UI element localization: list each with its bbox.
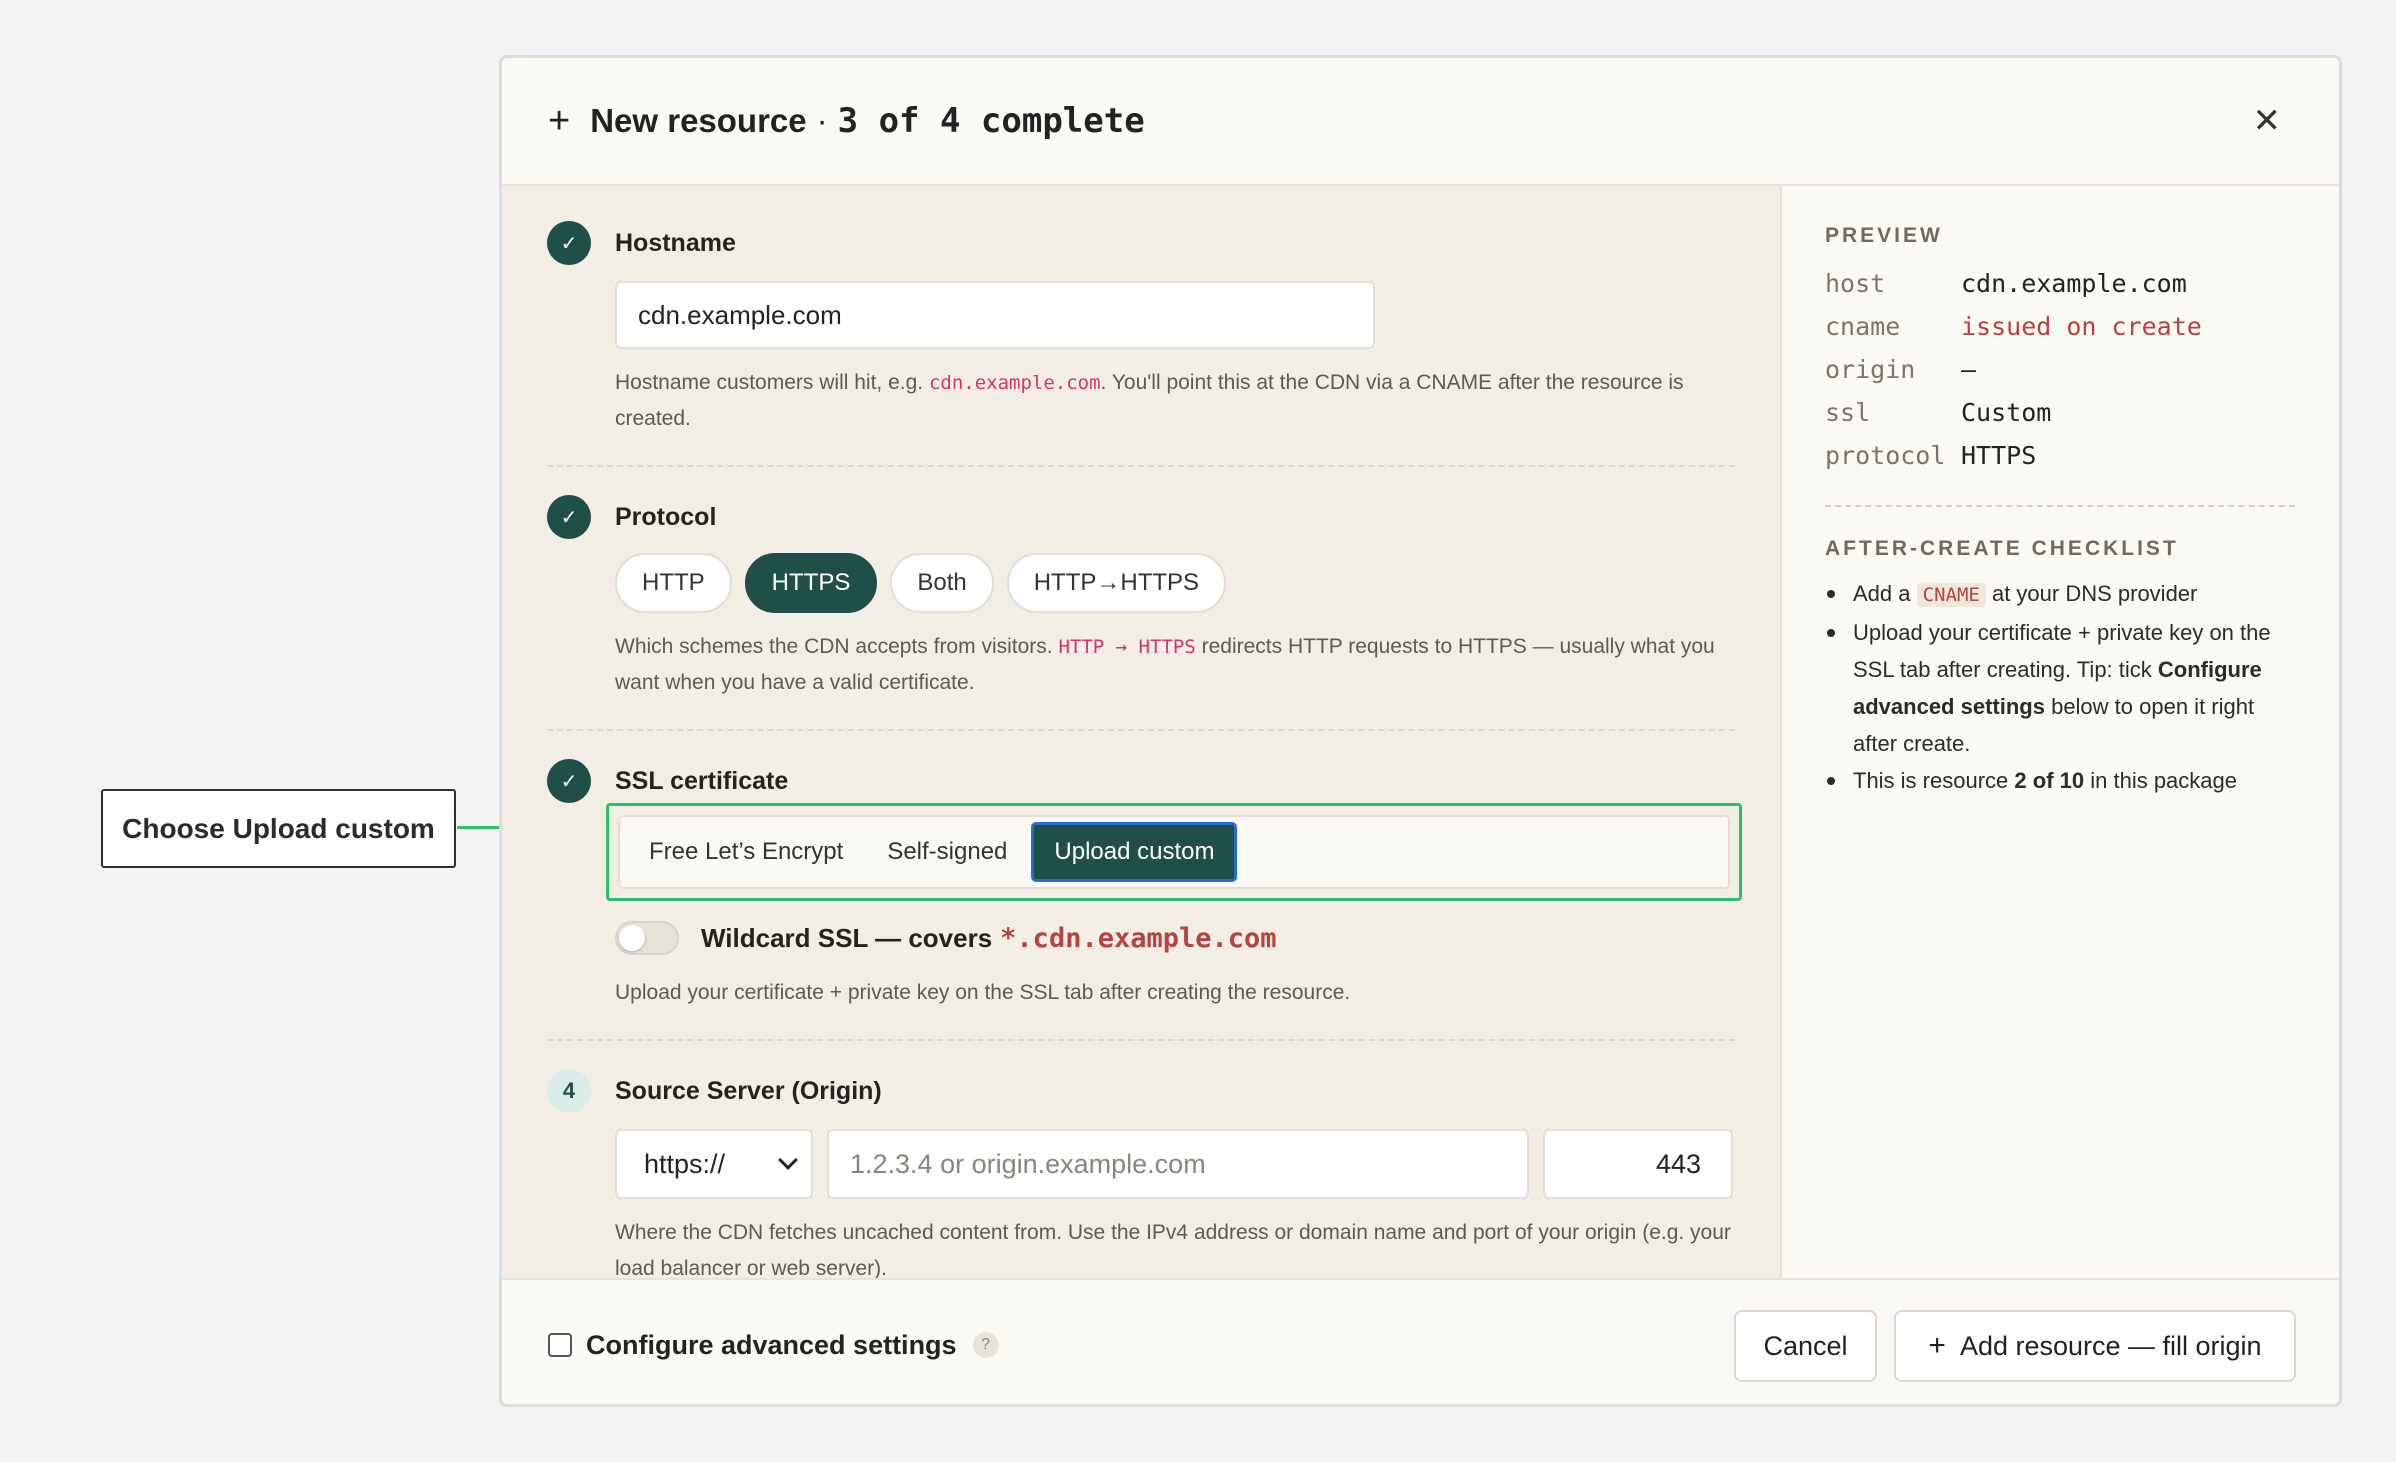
ssl-segmented-control: Free Let’s Encrypt Self-signed Upload cu… (618, 815, 1730, 889)
preview-key: ssl (1825, 398, 1871, 427)
checklist-item: This is resource 2 of 10 in this package (1825, 762, 2295, 799)
section-divider (547, 1039, 1735, 1041)
checklist-text: in this package (2090, 768, 2237, 793)
preview-key: host (1825, 269, 1886, 298)
hostname-label: Hostname (615, 229, 736, 257)
checklist-item: Upload your certificate + private key on… (1825, 614, 2295, 762)
checklist-text: This is resource (1853, 768, 2009, 793)
protocol-help: Which schemes the CDN accepts from visit… (615, 629, 1735, 701)
title-separator: · (816, 102, 828, 139)
close-icon[interactable]: ✕ (2253, 104, 2282, 138)
callout-label: Choose Upload custom (122, 812, 435, 844)
preview-row: origin — (1825, 348, 2295, 391)
preview-row: ssl Custom (1825, 391, 2295, 434)
plus-icon: + (1928, 1329, 1946, 1362)
preview-value: issued on create (1961, 312, 2202, 341)
checklist-text: Add a (1853, 581, 1911, 606)
instruction-callout: Choose Upload custom (101, 789, 456, 868)
preview-heading: PREVIEW (1825, 224, 1943, 247)
add-resource-label: Add resource — fill origin (1959, 1330, 2262, 1361)
origin-host-input[interactable]: 1.2.3.4 or origin.example.com (827, 1129, 1529, 1199)
preview-value: HTTPS (1961, 441, 2037, 470)
modal-body: ✓ Hostname cdn.example.com Hostname cust… (502, 186, 2339, 1280)
new-resource-modal: + New resource · 3 of 4 complete ✕ ✓ Hos… (499, 55, 2342, 1407)
protocol-help-code: HTTP → HTTPS (1058, 636, 1196, 658)
ssl-section: ✓ SSL certificate Free Let’s Encrypt Sel… (547, 759, 1742, 1011)
preview-value: cdn.example.com (1961, 269, 2187, 298)
step-complete-check-icon: ✓ (547, 221, 591, 265)
checklist-item: Add a CNAME at your DNS provider (1825, 575, 2295, 614)
preview-panel: PREVIEW host cdn.example.com cname issue… (1780, 186, 2339, 1278)
hostname-help-text: Hostname customers will hit, e.g. (615, 371, 924, 394)
modal-header: + New resource · 3 of 4 complete ✕ (502, 58, 2339, 186)
side-divider (1825, 505, 2295, 507)
wildcard-row: Wildcard SSL — covers *.cdn.example.com (615, 921, 1735, 955)
preview-value: — (1961, 355, 1977, 384)
section-divider (547, 465, 1735, 467)
toggle-knob (619, 925, 645, 951)
preview-list: host cdn.example.com cname issued on cre… (1825, 262, 2295, 477)
add-resource-button[interactable]: + Add resource — fill origin (1894, 1310, 2296, 1382)
ssl-option-self-signed[interactable]: Self-signed (867, 822, 1027, 882)
hostname-section: ✓ Hostname cdn.example.com Hostname cust… (547, 221, 1735, 437)
protocol-options: HTTP HTTPS Both HTTP→HTTPS (615, 553, 1735, 613)
cancel-button[interactable]: Cancel (1734, 1310, 1877, 1382)
protocol-option-redirect[interactable]: HTTP→HTTPS (1006, 553, 1227, 613)
protocol-label: Protocol (615, 503, 717, 531)
checklist-text: at your DNS provider (1991, 581, 2198, 606)
preview-value: Custom (1961, 398, 2052, 427)
hostname-help: Hostname customers will hit, e.g. cdn.ex… (615, 365, 1735, 437)
preview-row: host cdn.example.com (1825, 262, 2295, 305)
progress-indicator: 3 of 4 complete (837, 101, 1145, 141)
hostname-input[interactable]: cdn.example.com (615, 281, 1375, 349)
checklist: Add a CNAME at your DNS provider Upload … (1825, 575, 2295, 799)
modal-title: New resource (590, 102, 807, 139)
modal-footer: Configure advanced settings ? Cancel + A… (502, 1278, 2339, 1404)
origin-label: Source Server (Origin) (615, 1077, 882, 1105)
preview-key: protocol (1825, 441, 1946, 470)
wildcard-domain: *.cdn.example.com (1000, 922, 1277, 954)
origin-scheme-value: https:// (644, 1148, 726, 1179)
step-complete-check-icon: ✓ (547, 759, 591, 803)
preview-key: cname (1825, 312, 1901, 341)
protocol-section: ✓ Protocol HTTP HTTPS Both HTTP→HTTPS Wh… (547, 495, 1735, 701)
wildcard-ssl-toggle[interactable] (615, 921, 679, 955)
ssl-option-upload-custom[interactable]: Upload custom (1031, 822, 1238, 882)
plus-icon: + (548, 100, 571, 142)
form-column: ✓ Hostname cdn.example.com Hostname cust… (502, 186, 1780, 1280)
help-icon[interactable]: ? (972, 1332, 999, 1358)
origin-help: Where the CDN fetches uncached content f… (615, 1221, 1731, 1280)
section-divider (547, 729, 1735, 731)
protocol-option-http[interactable]: HTTP (615, 553, 732, 613)
preview-row: protocol HTTPS (1825, 434, 2295, 477)
hostname-help-code: cdn.example.com (928, 372, 1101, 394)
protocol-option-https[interactable]: HTTPS (744, 553, 878, 613)
origin-section: 4 Source Server (Origin) https:// 1.2.3.… (547, 1069, 1735, 1287)
step-complete-check-icon: ✓ (547, 495, 591, 539)
wildcard-label: Wildcard SSL — covers (701, 922, 993, 953)
advanced-settings-label[interactable]: Configure advanced settings (586, 1330, 957, 1361)
ssl-option-highlight: Free Let’s Encrypt Self-signed Upload cu… (606, 803, 1742, 901)
origin-scheme-select[interactable]: https:// (615, 1129, 813, 1199)
step-number-badge: 4 (547, 1069, 591, 1113)
chevron-down-icon (778, 1150, 798, 1170)
protocol-help-text: Which schemes the CDN accepts from visit… (615, 635, 1053, 658)
preview-key: origin (1825, 355, 1916, 384)
advanced-settings-checkbox[interactable] (548, 1333, 572, 1357)
checklist-heading: AFTER-CREATE CHECKLIST (1825, 537, 2179, 560)
origin-port-input[interactable]: 443 (1543, 1129, 1733, 1199)
cname-chip: CNAME (1916, 583, 1986, 607)
protocol-option-both[interactable]: Both (890, 553, 994, 613)
ssl-help: Upload your certificate + private key on… (615, 981, 1351, 1004)
ssl-option-letsencrypt[interactable]: Free Let’s Encrypt (629, 822, 863, 882)
ssl-label: SSL certificate (615, 767, 789, 795)
checklist-bold: 2 of 10 (2014, 768, 2085, 793)
origin-inputs: https:// 1.2.3.4 or origin.example.com 4… (615, 1129, 1735, 1199)
preview-row: cname issued on create (1825, 305, 2295, 348)
